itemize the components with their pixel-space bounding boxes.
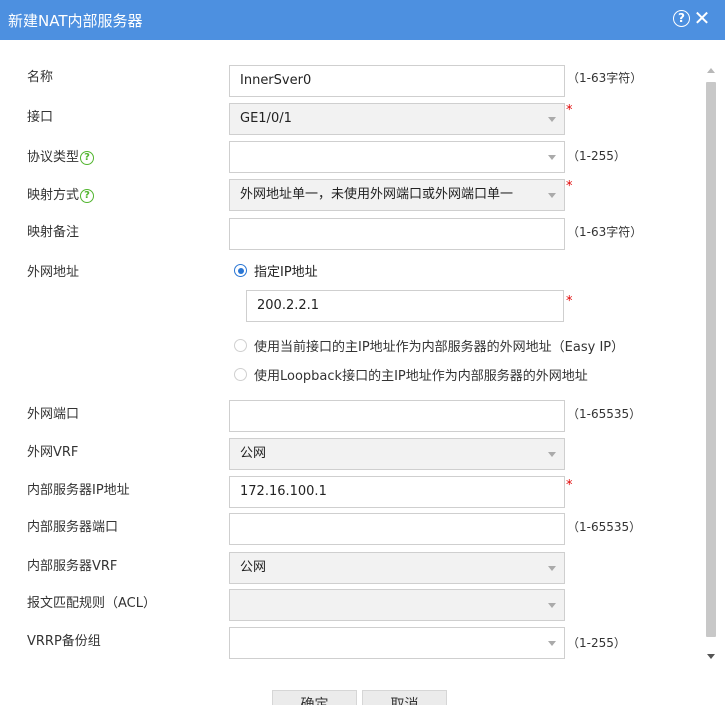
public-vrf-select[interactable]: 公网	[229, 438, 565, 470]
vrrp-select[interactable]	[229, 627, 565, 659]
mapping-mode-label-text: 映射方式	[27, 188, 80, 203]
internal-vrf-select[interactable]: 公网	[229, 552, 565, 584]
internal-vrf-value: 公网	[240, 560, 267, 575]
protocol-label-text: 协议类型	[27, 150, 80, 165]
protocol-label: 协议类型?	[27, 146, 95, 165]
vrrp-range-hint: （1-255）	[567, 636, 626, 650]
name-input[interactable]: InnerSver0	[229, 65, 565, 97]
ok-button[interactable]: 确定	[272, 690, 357, 705]
vrrp-label: VRRP备份组	[27, 634, 101, 649]
name-label: 名称	[27, 70, 54, 85]
mapping-note-input[interactable]	[229, 218, 565, 250]
mapping-mode-select[interactable]: 外网地址单一，未使用外网端口或外网端口单一	[229, 179, 565, 211]
internal-ip-input[interactable]: 172.16.100.1	[229, 476, 565, 508]
chevron-down-icon[interactable]	[540, 180, 564, 210]
cancel-button[interactable]: 取消	[362, 690, 447, 705]
help-question-icon[interactable]: ?	[80, 189, 95, 203]
radio-specify-ip-label[interactable]: 指定IP地址	[254, 261, 318, 280]
interface-label: 接口	[27, 110, 54, 125]
internal-port-input[interactable]	[229, 513, 565, 545]
public-port-input[interactable]	[229, 400, 565, 432]
scrollbar-thumb[interactable]	[706, 82, 716, 637]
scroll-down-icon[interactable]	[707, 654, 715, 659]
interface-value: GE1/0/1	[240, 111, 292, 126]
internal-port-range-hint: （1-65535）	[567, 520, 642, 534]
chevron-down-icon[interactable]	[540, 590, 564, 620]
radio-specify-ip[interactable]	[234, 264, 247, 277]
public-ip-input[interactable]: 200.2.2.1	[246, 290, 564, 322]
chevron-down-icon[interactable]	[540, 553, 564, 583]
mapping-note-label: 映射备注	[27, 225, 80, 240]
mapping-note-range-hint: （1-63字符）	[567, 225, 643, 239]
close-icon[interactable]: ✕	[690, 7, 714, 29]
chevron-down-icon[interactable]	[540, 104, 564, 134]
form-scrollbar[interactable]	[704, 62, 718, 665]
public-address-label: 外网地址	[27, 265, 80, 280]
public-vrf-label: 外网VRF	[27, 445, 79, 460]
protocol-range-hint: （1-255）	[567, 149, 626, 163]
chevron-down-icon[interactable]	[540, 628, 564, 658]
mapping-mode-label: 映射方式?	[27, 184, 95, 203]
help-question-icon[interactable]: ?	[80, 151, 95, 165]
public-vrf-value: 公网	[240, 446, 267, 461]
public-port-label: 外网端口	[27, 407, 80, 422]
dialog-title-bar: 新建NAT内部服务器 ? ✕	[0, 0, 725, 40]
mapping-mode-value: 外网地址单一，未使用外网端口或外网端口单一	[240, 187, 514, 202]
scroll-up-icon[interactable]	[707, 68, 715, 73]
radio-loopback-label[interactable]: 使用Loopback接口的主IP地址作为内部服务器的外网地址	[254, 365, 588, 384]
chevron-down-icon[interactable]	[540, 439, 564, 469]
internal-vrf-label: 内部服务器VRF	[27, 559, 118, 574]
acl-label: 报文匹配规则（ACL）	[27, 596, 156, 611]
dialog-title: 新建NAT内部服务器	[8, 12, 143, 30]
name-value: InnerSver0	[240, 73, 312, 88]
chevron-down-icon[interactable]	[540, 142, 564, 172]
public-ip-value: 200.2.2.1	[257, 298, 320, 313]
required-marker: *	[566, 478, 573, 493]
required-marker: *	[566, 294, 573, 309]
name-range-hint: （1-63字符）	[567, 71, 643, 85]
interface-select[interactable]: GE1/0/1	[229, 103, 565, 135]
radio-easy-ip[interactable]	[234, 339, 247, 352]
internal-ip-label: 内部服务器IP地址	[27, 483, 130, 498]
protocol-select[interactable]	[229, 141, 565, 173]
radio-loopback[interactable]	[234, 368, 247, 381]
radio-easy-ip-label[interactable]: 使用当前接口的主IP地址作为内部服务器的外网地址（Easy IP）	[254, 336, 624, 355]
acl-select[interactable]	[229, 589, 565, 621]
required-marker: *	[566, 179, 573, 194]
help-icon[interactable]: ?	[673, 10, 690, 27]
required-marker: *	[566, 103, 573, 118]
public-port-range-hint: （1-65535）	[567, 407, 642, 421]
internal-ip-value: 172.16.100.1	[240, 484, 327, 499]
internal-port-label: 内部服务器端口	[27, 520, 119, 535]
